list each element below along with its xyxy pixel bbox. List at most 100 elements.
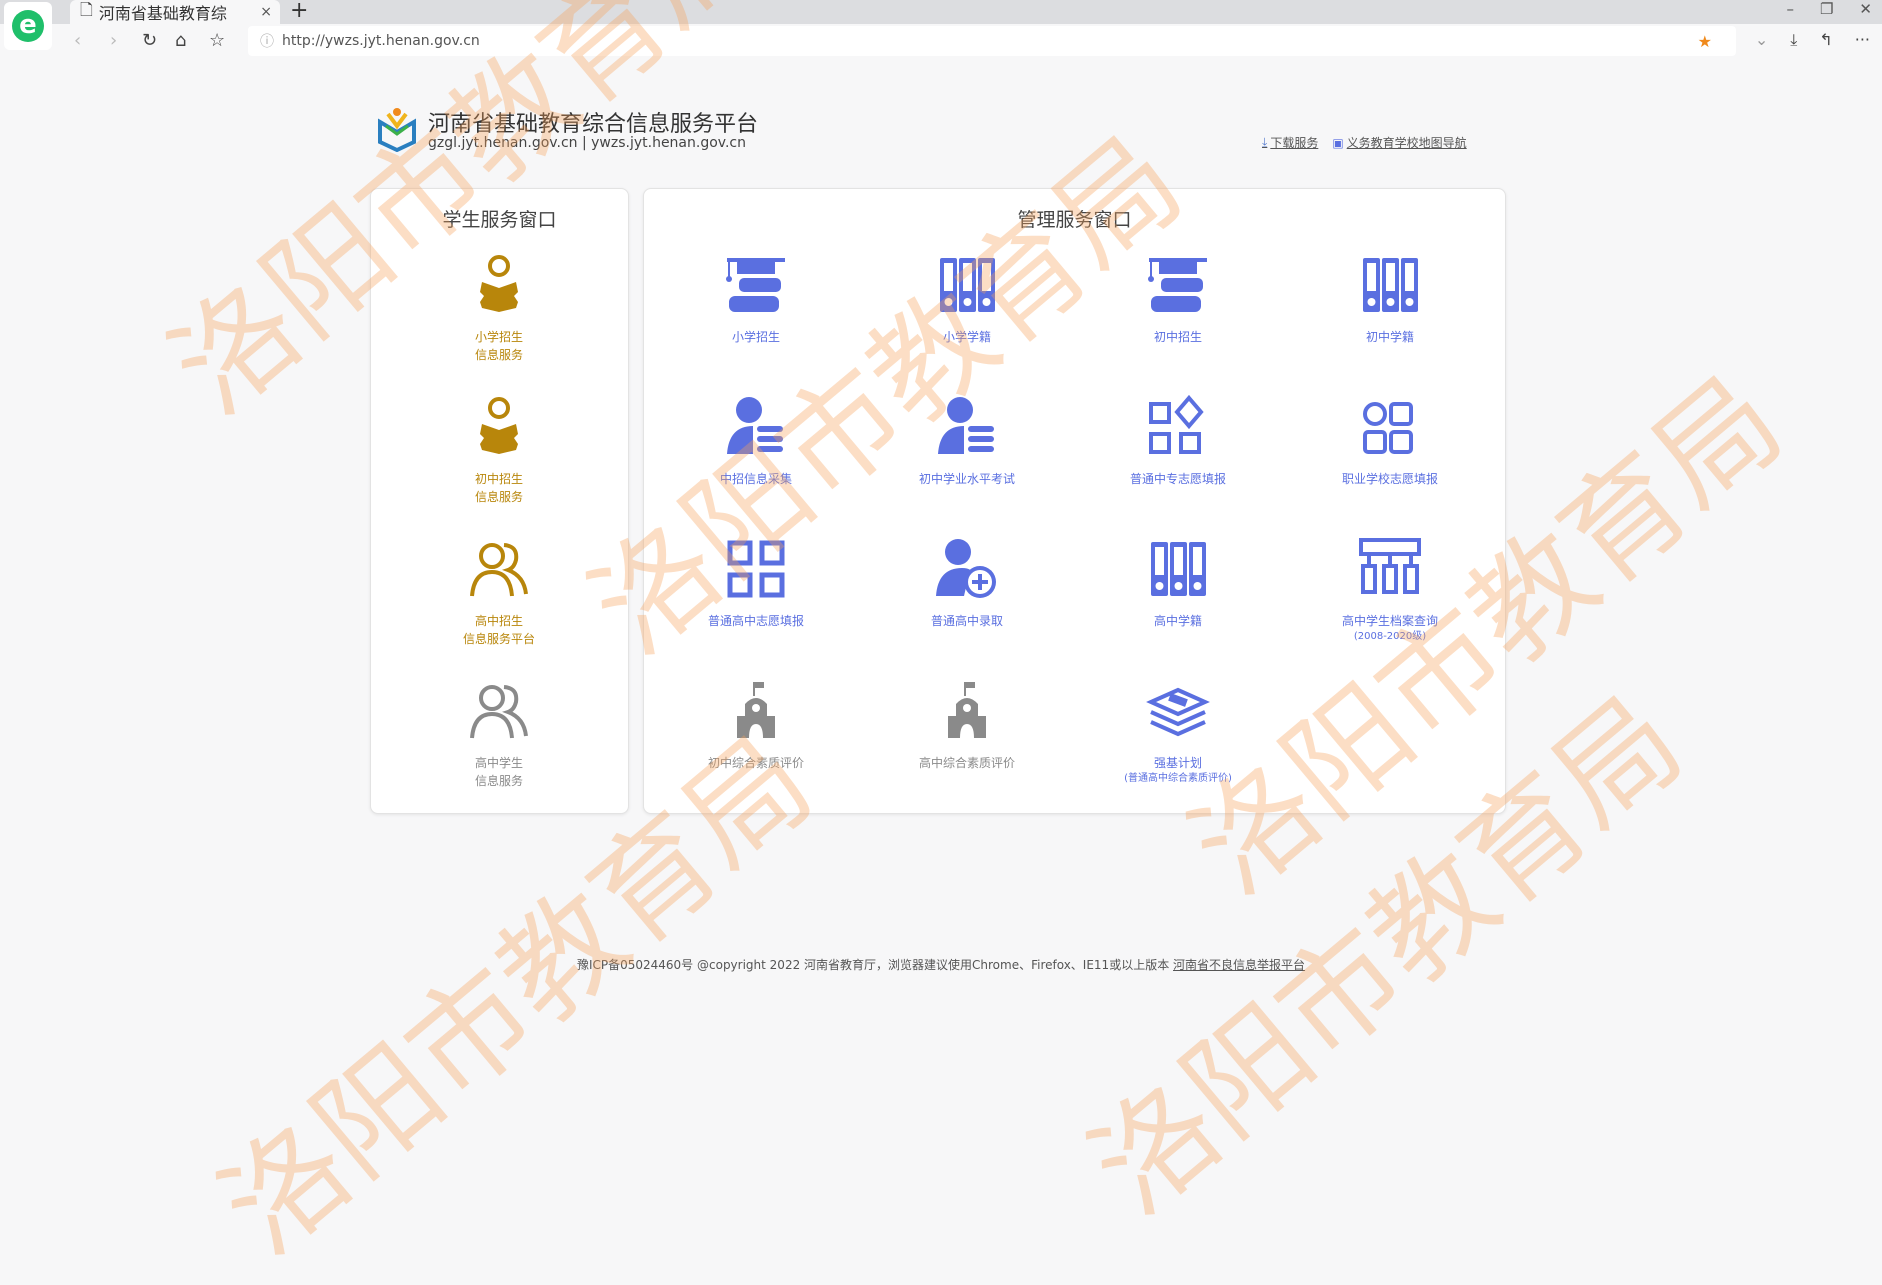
- item-label: 强基计划: [1153, 756, 1202, 770]
- map-icon: ▣: [1332, 135, 1344, 150]
- service-item[interactable]: 小学学籍: [867, 252, 1067, 346]
- item-label: 初中招生: [474, 472, 523, 486]
- item-label: 信息服务: [474, 348, 523, 362]
- school-icon: [934, 678, 1000, 744]
- apps-circle-icon: [1357, 394, 1423, 460]
- restore-button[interactable]: ❐: [1820, 0, 1833, 18]
- info-icon: ⓘ: [260, 34, 274, 50]
- service-item[interactable]: 初中综合素质评价: [656, 678, 856, 772]
- service-item[interactable]: 高中学生 信息服务: [399, 678, 599, 790]
- service-item[interactable]: 中招信息采集: [656, 394, 856, 488]
- layers-icon: [1145, 678, 1211, 744]
- dropdown-icon[interactable]: ⌄: [1755, 30, 1768, 50]
- tab-title: 河南省基础教育综: [98, 4, 227, 23]
- item-label: 初中学籍: [1365, 330, 1414, 344]
- panel-title: 学生服务窗口: [442, 209, 557, 231]
- address-bar[interactable]: ⓘ http://ywzs.jyt.henan.gov.cn ★: [248, 26, 1736, 56]
- platform-logo: [378, 108, 416, 152]
- user-add-icon: [934, 536, 1000, 602]
- link-label: 义务教育学校地图导航: [1346, 136, 1467, 150]
- item-label: 信息服务平台: [462, 632, 535, 646]
- home-icon[interactable]: ⌂: [175, 30, 186, 51]
- close-window-button[interactable]: ✕: [1859, 0, 1872, 18]
- item-label: 初中综合素质评价: [707, 756, 804, 770]
- report-platform-link[interactable]: 河南省不良信息举报平台: [1173, 958, 1305, 972]
- new-tab-button[interactable]: +: [290, 0, 308, 23]
- browser-logo[interactable]: e: [4, 2, 52, 50]
- item-label: 普通高中志愿填报: [707, 614, 804, 628]
- item-label: 普通高中录取: [930, 614, 1003, 628]
- user-list-icon: [934, 394, 1000, 460]
- apps-diamond-icon: [1145, 394, 1211, 460]
- minimize-button[interactable]: –: [1786, 0, 1794, 18]
- service-item[interactable]: 高中学籍: [1078, 536, 1278, 630]
- item-label: 高中学生档案查询: [1341, 614, 1438, 628]
- forward-icon[interactable]: ›: [110, 30, 117, 51]
- item-label: 信息服务: [474, 490, 523, 504]
- student-reading-icon: [466, 252, 532, 318]
- item-label: 初中学业水平考试: [918, 472, 1015, 486]
- panel-title: 管理服务窗口: [1017, 209, 1132, 231]
- service-item[interactable]: 强基计划 (普通高中综合素质评价): [1078, 678, 1278, 786]
- browser-tab-bar: 🗋 河南省基础教育综 × + – ❐ ✕: [0, 0, 1882, 24]
- item-label: (普通高中综合素质评价): [1124, 773, 1232, 784]
- footer-text: 豫ICP备05024460号 @copyright 2022 河南省教育厅，浏览…: [576, 958, 1170, 972]
- service-item[interactable]: 初中招生: [1078, 252, 1278, 346]
- graduation-books-icon: [723, 252, 789, 318]
- service-item[interactable]: 职业学校志愿填报: [1290, 394, 1490, 488]
- student-reading-icon: [466, 394, 532, 460]
- url-text: http://ywzs.jyt.henan.gov.cn: [282, 33, 480, 49]
- item-label: 信息服务: [474, 774, 523, 788]
- school-icon: [723, 678, 789, 744]
- service-item[interactable]: 初中学业水平考试: [867, 394, 1067, 488]
- browser-tab[interactable]: 🗋 河南省基础教育综 ×: [70, 0, 280, 24]
- item-label: 高中招生: [474, 614, 523, 628]
- item-label: 中招信息采集: [719, 472, 792, 486]
- service-item[interactable]: 初中学籍: [1290, 252, 1490, 346]
- undo-icon[interactable]: ↰: [1819, 30, 1832, 50]
- download-icon[interactable]: ⤓: [1790, 30, 1797, 50]
- page-icon: 🗋: [80, 0, 93, 19]
- item-label: 小学学籍: [942, 330, 991, 344]
- download-service-link[interactable]: ⤓ 下载服务: [1262, 134, 1318, 151]
- reload-icon[interactable]: ↻: [142, 30, 157, 51]
- users-icon: [466, 678, 532, 744]
- item-label: 高中综合素质评价: [918, 756, 1015, 770]
- item-label: 职业学校志愿填报: [1341, 472, 1438, 486]
- item-label: 初中招生: [1153, 330, 1202, 344]
- binders-icon: [1145, 536, 1211, 602]
- platform-domains: gzgl.jyt.henan.gov.cn | ywzs.jyt.henan.g…: [428, 135, 747, 151]
- service-item[interactable]: 高中学生档案查询 (2008-2020级): [1290, 536, 1490, 644]
- users-icon: [466, 536, 532, 602]
- platform-title: 河南省基础教育综合信息服务平台: [428, 112, 759, 137]
- service-item[interactable]: 初中招生 信息服务: [399, 394, 599, 506]
- download-icon: ⤓: [1262, 135, 1268, 149]
- service-item[interactable]: 普通高中志愿填报: [656, 536, 856, 630]
- more-icon[interactable]: ···: [1855, 30, 1870, 50]
- footer: 豫ICP备05024460号 @copyright 2022 河南省教育厅，浏览…: [0, 956, 1882, 973]
- service-item[interactable]: 普通高中录取: [867, 536, 1067, 630]
- binders-icon: [934, 252, 1000, 318]
- service-item[interactable]: 小学招生: [656, 252, 856, 346]
- binders-icon: [1357, 252, 1423, 318]
- link-label: 下载服务: [1270, 136, 1319, 150]
- user-list-icon: [723, 394, 789, 460]
- item-label: 高中学籍: [1153, 614, 1202, 628]
- service-item[interactable]: 小学招生 信息服务: [399, 252, 599, 364]
- service-item[interactable]: 高中招生信息服务平台: [399, 536, 599, 648]
- item-label: 高中学生: [474, 756, 523, 770]
- item-label: 小学招生: [474, 330, 523, 344]
- favorite-star-icon[interactable]: ★: [1698, 32, 1712, 51]
- item-label: (2008-2020级): [1353, 631, 1427, 642]
- item-label: 普通中专志愿填报: [1129, 472, 1226, 486]
- service-item[interactable]: 普通中专志愿填报: [1078, 394, 1278, 488]
- grid-icon: [723, 536, 789, 602]
- org-chart-icon: [1357, 536, 1423, 602]
- item-label: 小学招生: [731, 330, 780, 344]
- graduation-books-icon: [1145, 252, 1211, 318]
- school-map-link[interactable]: ▣ 义务教育学校地图导航: [1332, 134, 1466, 151]
- service-item[interactable]: 高中综合素质评价: [867, 678, 1067, 772]
- star-icon[interactable]: ☆: [209, 30, 225, 51]
- back-icon[interactable]: ‹: [74, 30, 81, 51]
- close-tab-icon[interactable]: ×: [260, 4, 272, 20]
